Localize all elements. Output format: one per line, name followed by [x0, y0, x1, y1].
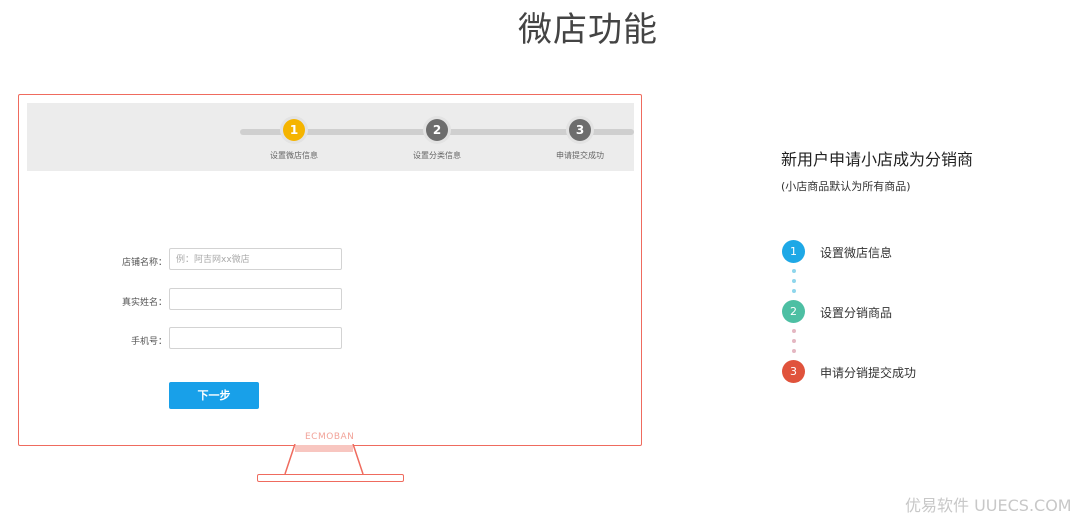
flow-step-3: 3 申请分销提交成功 [782, 360, 982, 384]
monitor-stand-base [257, 474, 404, 482]
phone-row: 手机号： [19, 327, 641, 351]
step-1-label: 设置微店信息 [270, 151, 318, 160]
flow-step-2-label: 设置分销商品 [820, 306, 893, 320]
progress-steps: 1 设置微店信息 2 设置分类信息 3 申请提交成功 [27, 103, 634, 171]
connector-dot [792, 329, 796, 333]
info-title: 新用户申请小店成为分销商 [781, 150, 974, 169]
connector-dot [792, 269, 796, 273]
monitor-stand-neck [284, 444, 364, 474]
real-name-input[interactable] [169, 288, 342, 310]
connector-dot [792, 279, 796, 283]
phone-input[interactable] [169, 327, 342, 349]
step-2-label: 设置分类信息 [413, 151, 461, 160]
info-subtitle: (小店商品默认为所有商品) [781, 180, 911, 193]
connector-dot [792, 349, 796, 353]
flow-step-1-number: 1 [782, 240, 805, 263]
shop-name-label: 店铺名称： [121, 258, 167, 268]
step-3-label: 申请提交成功 [556, 151, 604, 160]
monitor-frame: 1 设置微店信息 2 设置分类信息 3 申请提交成功 店铺名称： 例：阿吉网xx… [18, 94, 642, 446]
shop-name-row: 店铺名称： 例：阿吉网xx微店 [19, 248, 641, 272]
flow-step-2: 2 设置分销商品 [782, 300, 982, 324]
phone-label: 手机号： [130, 337, 167, 347]
step-1-indicator: 1 [283, 119, 305, 141]
flow-step-3-number: 3 [782, 360, 805, 383]
step-2-indicator: 2 [426, 119, 448, 141]
real-name-label: 真实姓名： [121, 298, 167, 308]
flow-step-1: 1 设置微店信息 [782, 240, 982, 264]
step-3-indicator: 3 [569, 119, 591, 141]
footer-watermark: 优易软件 UUECS.COM [905, 496, 1072, 515]
flow-step-3-label: 申请分销提交成功 [820, 366, 917, 380]
flow-step-1-label: 设置微店信息 [820, 246, 893, 260]
ecmoban-watermark: ECMOBAN [305, 432, 355, 442]
connector-dot [792, 289, 796, 293]
real-name-row: 真实姓名： [19, 288, 641, 312]
flow-step-2-number: 2 [782, 300, 805, 323]
connector-dot [792, 339, 796, 343]
next-step-button[interactable]: 下一步 [169, 382, 259, 409]
shop-name-input[interactable]: 例：阿吉网xx微店 [169, 248, 342, 270]
page-title: 微店功能 [518, 10, 658, 50]
